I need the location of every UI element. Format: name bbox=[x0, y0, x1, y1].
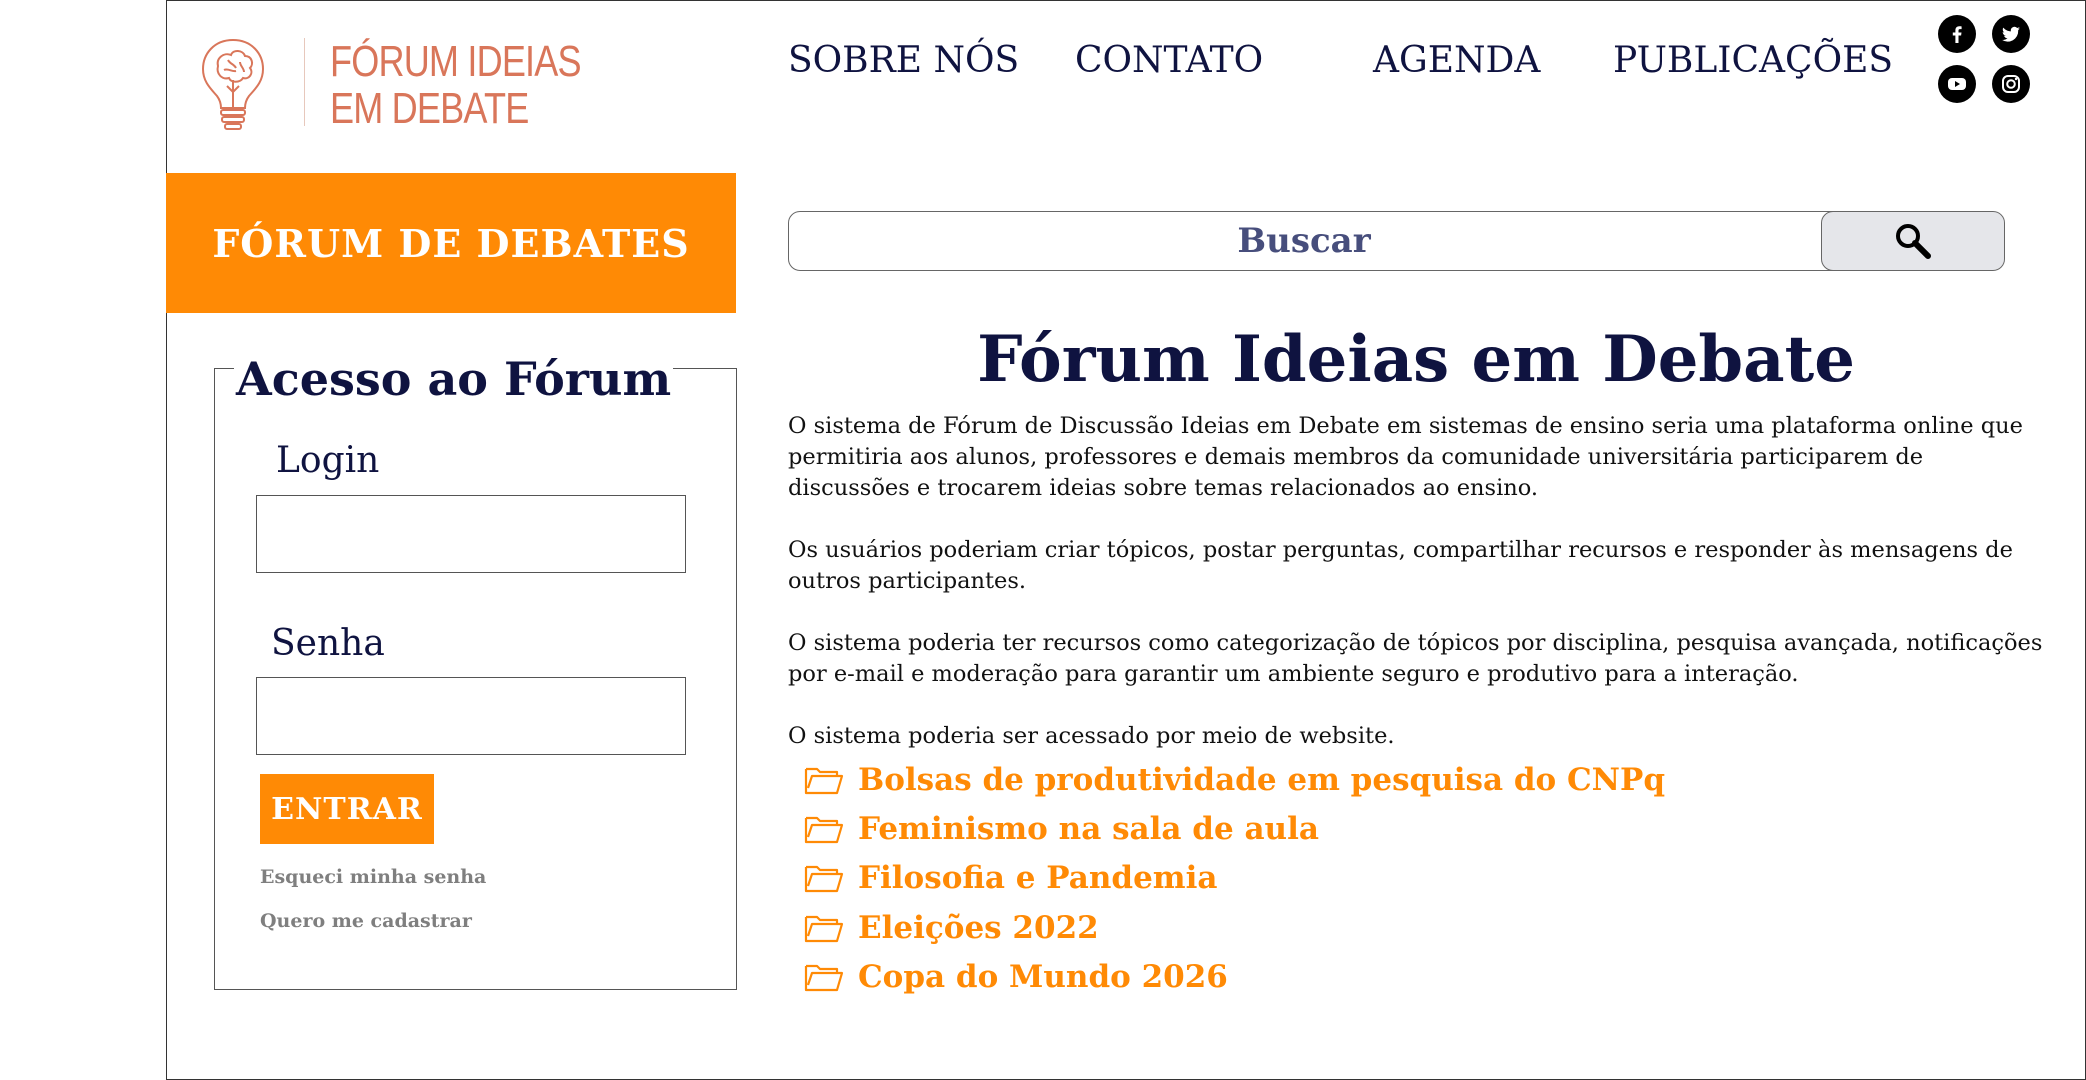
topic-label: Bolsas de produtividade em pesquisa do C… bbox=[858, 762, 1665, 798]
logo-divider bbox=[304, 38, 305, 126]
lightbulb-brain-icon bbox=[201, 38, 265, 130]
logo-line-2: EM DEBATE bbox=[330, 84, 529, 133]
search-icon bbox=[1896, 224, 1931, 259]
twitter-icon[interactable] bbox=[1992, 15, 2030, 53]
youtube-icon[interactable] bbox=[1938, 65, 1976, 103]
banner-label: FÓRUM DE DEBATES bbox=[212, 220, 690, 266]
folder-icon bbox=[804, 865, 844, 893]
folder-icon bbox=[804, 816, 844, 844]
nav-publicacoes[interactable]: PUBLICAÇÕES bbox=[1613, 40, 1893, 81]
topic-label: Feminismo na sala de aula bbox=[858, 811, 1319, 847]
search-input[interactable] bbox=[789, 212, 1819, 270]
topic-label: Copa do Mundo 2026 bbox=[858, 959, 1228, 995]
login-field[interactable] bbox=[256, 495, 686, 573]
page-title: Fórum Ideias em Debate bbox=[977, 322, 1855, 397]
intro-paragraph-3: O sistema poderia ter recursos como cate… bbox=[788, 630, 2043, 687]
register-link[interactable]: Quero me cadastrar bbox=[260, 910, 472, 932]
forum-banner[interactable]: FÓRUM DE DEBATES bbox=[166, 173, 736, 313]
login-title: Acesso ao Fórum bbox=[234, 352, 674, 406]
site-logo[interactable]: FÓRUM IDEIAS EM DEBATE bbox=[200, 34, 582, 134]
search-button[interactable] bbox=[1821, 212, 2004, 270]
facebook-icon[interactable] bbox=[1938, 15, 1976, 53]
folder-icon bbox=[804, 915, 844, 943]
topic-item[interactable]: Eleições 2022 bbox=[804, 906, 1099, 950]
nav-sobre-nos[interactable]: SOBRE NÓS bbox=[788, 40, 1019, 81]
nav-contato[interactable]: CONTATO bbox=[1075, 40, 1263, 81]
enter-button[interactable]: ENTRAR bbox=[260, 774, 434, 844]
password-field[interactable] bbox=[256, 677, 686, 755]
topic-item[interactable]: Feminismo na sala de aula bbox=[804, 807, 1319, 851]
topic-label: Filosofia e Pandemia bbox=[858, 860, 1218, 896]
search-bar bbox=[788, 211, 2005, 271]
intro-paragraph-2: Os usuários poderiam criar tópicos, post… bbox=[788, 537, 2013, 594]
logo-wordmark: FÓRUM IDEIAS EM DEBATE bbox=[330, 37, 582, 133]
topic-item[interactable]: Filosofia e Pandemia bbox=[804, 856, 1217, 900]
instagram-icon[interactable] bbox=[1992, 65, 2030, 103]
topic-item[interactable]: Bolsas de produtividade em pesquisa do C… bbox=[804, 758, 1665, 802]
topic-label: Eleições 2022 bbox=[858, 910, 1099, 946]
nav-agenda[interactable]: AGENDA bbox=[1373, 40, 1540, 81]
folder-icon bbox=[804, 767, 844, 795]
password-label: Senha bbox=[271, 623, 385, 664]
forgot-password-link[interactable]: Esqueci minha senha bbox=[260, 866, 486, 888]
intro-paragraph-1: O sistema de Fórum de Discussão Ideias e… bbox=[788, 413, 2023, 501]
intro-paragraph-4: O sistema poderia ser acessado por meio … bbox=[788, 723, 1395, 749]
logo-line-1: FÓRUM IDEIAS bbox=[330, 37, 582, 86]
login-label: Login bbox=[276, 440, 380, 481]
topic-item[interactable]: Copa do Mundo 2026 bbox=[804, 955, 1228, 999]
folder-icon bbox=[804, 964, 844, 992]
